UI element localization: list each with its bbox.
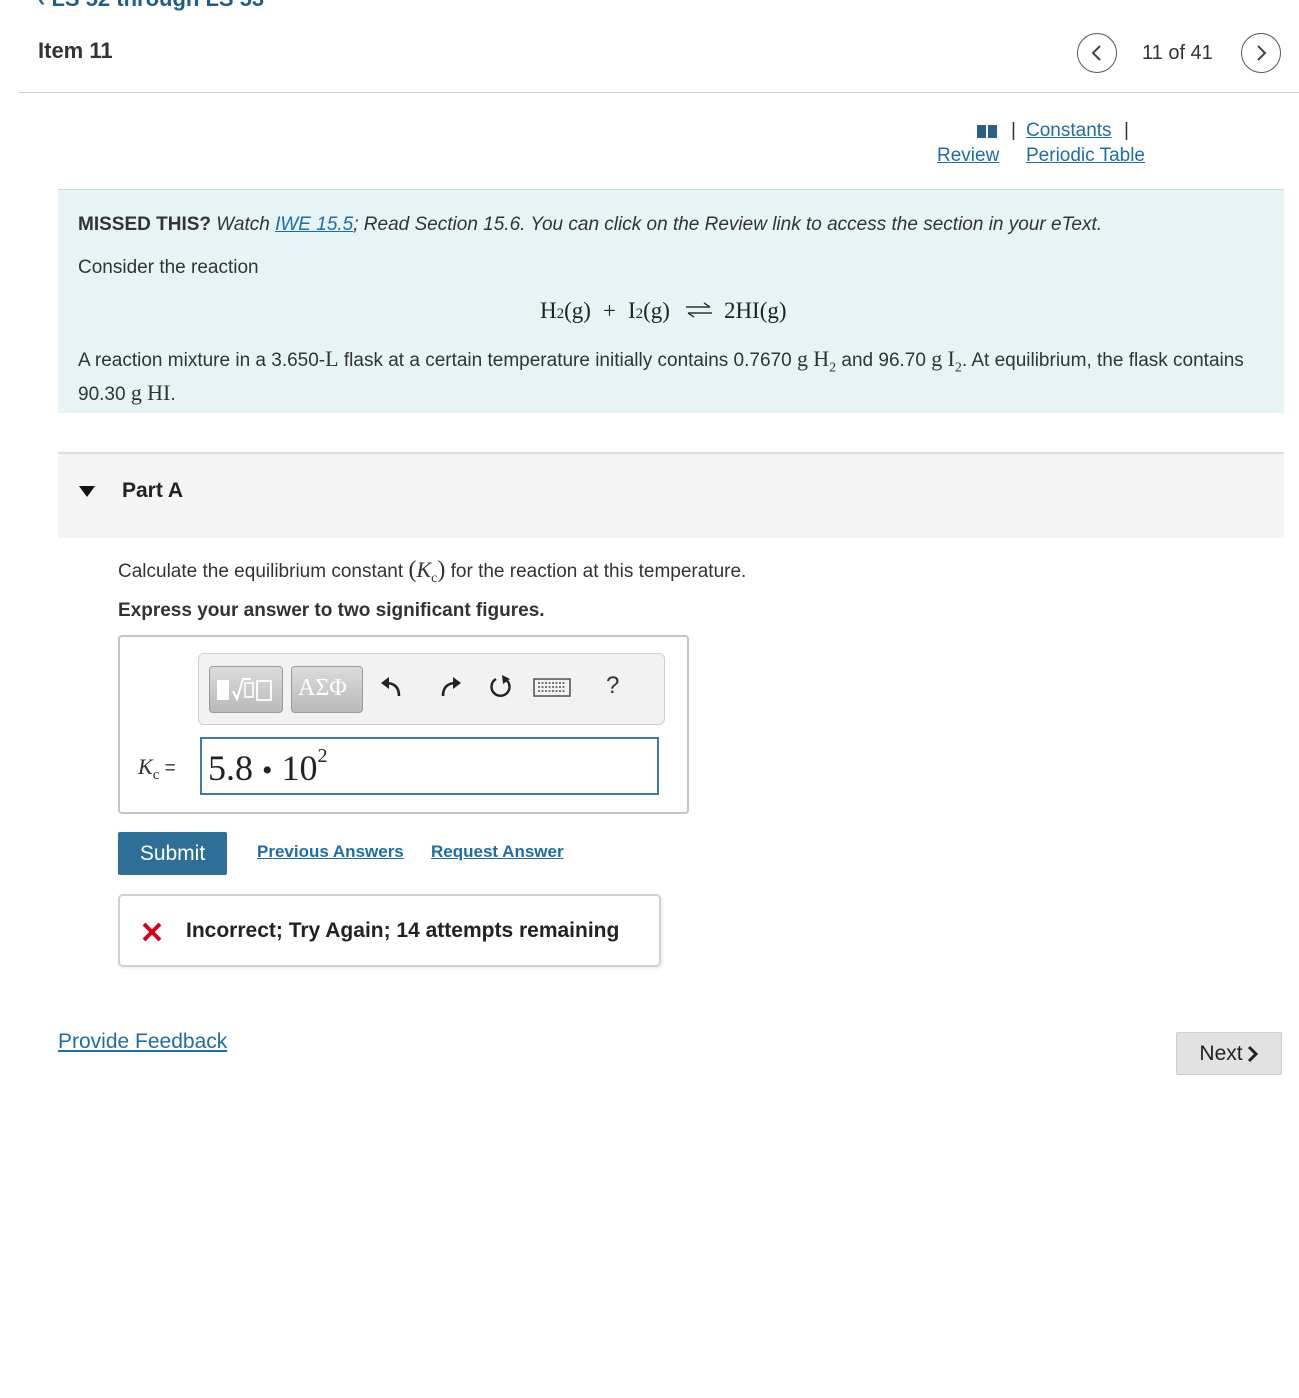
previous-answers-link[interactable]: Previous Answers	[257, 842, 404, 862]
equilibrium-arrow-icon	[685, 302, 712, 318]
feedback-message: Incorrect; Try Again; 14 attempts remain…	[118, 894, 661, 967]
submit-button[interactable]: Submit	[118, 832, 227, 875]
feedback-text: Incorrect; Try Again; 14 attempts remain…	[186, 919, 620, 942]
reaction-equation: H 2 (g) + I 2 (g) 2HI(g)	[540, 298, 787, 323]
undo-icon[interactable]	[379, 674, 405, 700]
book-icon[interactable]	[977, 125, 997, 138]
greek-symbols-button[interactable]: ΑΣΦ	[291, 666, 363, 713]
part-a-header[interactable]: Part A	[58, 452, 1284, 538]
constants-link[interactable]: Constants	[1026, 120, 1112, 142]
item-title: Item 11	[38, 38, 113, 63]
answer-input[interactable]: 5.8 • 102	[200, 737, 659, 795]
item-count: 11 of 41	[1142, 42, 1213, 64]
next-chevron-icon	[1247, 1045, 1258, 1062]
header-divider	[18, 92, 1299, 93]
reaction-mixture-text: A reaction mixture in a 3.650-L flask at…	[78, 346, 1244, 406]
answer-value: 5.8 • 102	[208, 745, 328, 788]
help-button[interactable]: ?	[606, 672, 619, 700]
previous-item-button[interactable]	[1077, 33, 1117, 73]
close-x-icon	[142, 922, 162, 942]
periodic-table-link[interactable]: Periodic Table	[1026, 145, 1145, 167]
request-answer-link[interactable]: Request Answer	[431, 842, 564, 862]
chevron-right-icon	[1257, 45, 1267, 61]
missed-label: MISSED THIS?	[78, 214, 212, 235]
math-toolbar: ΑΣΦ ?	[198, 653, 665, 725]
provide-feedback-link[interactable]: Provide Feedback	[58, 1030, 227, 1054]
chevron-left-icon	[1091, 45, 1101, 61]
review-link[interactable]: Review	[937, 145, 999, 167]
breadcrumb-back-link[interactable]: ‹ LS 52 through LS 53	[38, 0, 264, 12]
next-button[interactable]: Next	[1176, 1032, 1282, 1075]
greek-symbols-label: ΑΣΦ	[298, 675, 347, 701]
keyboard-icon[interactable]	[533, 678, 571, 698]
missed-this-line: MISSED THIS? Watch IWE 15.5; Read Sectio…	[78, 214, 1102, 236]
part-a-title: Part A	[122, 479, 184, 502]
next-label: Next	[1199, 1041, 1243, 1065]
iwe-link[interactable]: IWE 15.5	[275, 214, 353, 235]
next-item-button[interactable]	[1241, 33, 1281, 73]
consider-text: Consider the reaction	[78, 257, 259, 278]
watch-text: Watch	[216, 214, 270, 235]
redo-icon[interactable]	[437, 674, 463, 700]
templates-button[interactable]	[209, 666, 283, 713]
instruction-text: Express your answer to two significant f…	[118, 600, 545, 621]
caret-down-icon[interactable]	[79, 486, 95, 498]
question-text: Calculate the equilibrium constant (Kc) …	[118, 557, 747, 586]
reset-icon[interactable]	[488, 674, 514, 700]
templates-icon	[217, 678, 272, 702]
resource-links: | Constants | Review Periodic Table	[936, 118, 1186, 173]
answer-panel: ΑΣΦ ? Kc = 5.8 • 102	[118, 635, 689, 814]
separator: |	[1011, 120, 1016, 141]
separator: |	[1124, 120, 1129, 141]
read-text: ; Read Section 15.6. You can click on th…	[353, 214, 1103, 235]
problem-intro: MISSED THIS? Watch IWE 15.5; Read Sectio…	[58, 189, 1284, 413]
kc-input-label: Kc =	[138, 754, 176, 783]
